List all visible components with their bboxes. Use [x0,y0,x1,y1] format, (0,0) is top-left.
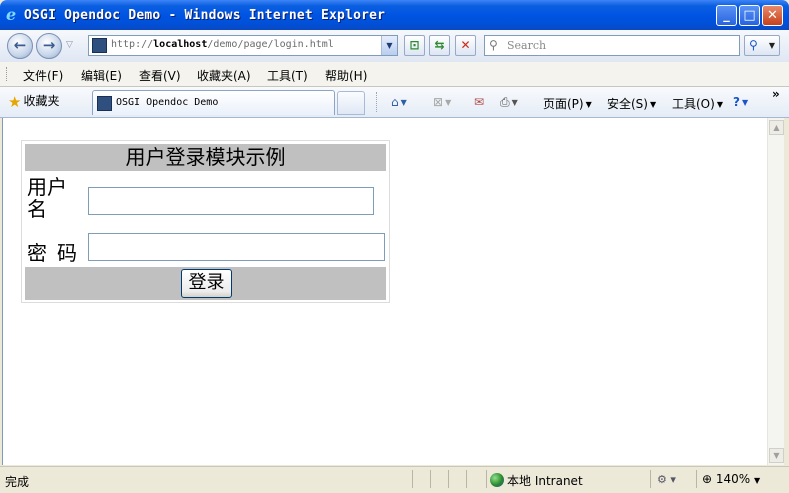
status-divider [466,470,467,488]
home-icon: ⌂ [391,95,399,109]
menu-grip [6,67,9,81]
close-button[interactable]: ✕ [762,5,783,26]
vertical-scrollbar[interactable]: ▲ ▼ [767,118,785,465]
back-arrow-icon: ← [13,36,27,54]
status-divider [448,470,449,488]
favorites-label: 收藏夹 [23,94,60,108]
home-dropdown-icon[interactable]: ▼ [401,98,407,107]
search-button[interactable]: ⚲ ▼ [744,35,780,56]
forward-arrow-icon: → [42,36,56,54]
print-button[interactable]: ⎙ ▼ [500,95,518,110]
address-dropdown-button[interactable]: ▼ [381,36,397,55]
menu-tools[interactable]: 工具(T) [267,67,308,84]
menu-view[interactable]: 查看(V) [139,67,181,84]
favorites-bar: ★ 收藏夹 OSGI Opendoc Demo ⌂ ▼ ⊠ ▼ ✉ ⎙ ▼ 页面(P) ▼… [0,87,789,118]
new-tab-button[interactable] [337,91,365,115]
favorites-star-icon: ★ [8,93,22,111]
print-dropdown-icon[interactable]: ▼ [512,98,518,107]
password-input[interactable] [88,233,385,261]
status-text: 完成 [5,475,30,489]
tools-dropdown-icon: ▼ [716,100,723,109]
zoom-dropdown-icon[interactable]: ▼ [754,476,760,485]
history-dropdown-icon[interactable]: ▽ [66,40,73,50]
page-content: 用户登录模块示例 用户名 密码 登录 [2,118,768,465]
menu-edit[interactable]: 编辑(E) [81,67,122,84]
status-divider [412,470,413,488]
password-label: 密码 [27,241,87,265]
page-favicon-icon [92,38,107,53]
status-divider [650,470,651,488]
tab-title: OSGI Opendoc Demo [116,97,219,108]
page-menu-button[interactable]: 页面(P) ▼ [543,95,592,112]
intranet-globe-icon [490,473,504,487]
search-placeholder: Search [507,39,547,52]
browser-window: e OSGI Opendoc Demo - Windows Internet E… [0,0,789,493]
feeds-dropdown-icon[interactable]: ▼ [445,98,451,107]
close-icon: ✕ [767,8,778,23]
favorites-button[interactable]: ★ 收藏夹 [8,93,59,111]
menu-help[interactable]: 帮助(H) [325,67,367,84]
compatibility-button[interactable]: ⊡ [404,35,425,56]
toolbar-overflow-button[interactable]: » [772,87,780,101]
maximize-icon: □ [743,8,756,23]
safety-menu-button[interactable]: 安全(S) ▼ [607,95,656,112]
username-input[interactable] [88,187,374,215]
help-icon: ? [733,95,740,109]
address-url[interactable]: http://localhost/demo/page/login.html [111,39,334,50]
status-bar: 完成 本地 Intranet ⚙ ▾ ⊕ 140% ▼ [0,466,789,493]
status-divider [486,470,487,488]
tools-menu-button[interactable]: 工具(O) ▼ [672,95,723,112]
status-divider [696,470,697,488]
minimize-button[interactable]: _ [716,5,737,26]
toolbar-separator [376,92,377,112]
tab-osgi-opendoc-demo[interactable]: OSGI Opendoc Demo [92,90,335,115]
forward-button[interactable]: → [36,33,62,59]
feeds-icon: ⊠ [433,95,444,109]
protected-mode-icon[interactable]: ⚙ ▾ [657,473,676,486]
login-button[interactable]: 登录 [181,269,232,298]
compatibility-icon: ⊡ [409,38,420,52]
refresh-icon: ⇆ [434,38,445,52]
search-box[interactable]: ⚲ Search [484,35,740,56]
scroll-up-icon[interactable]: ▲ [769,120,784,135]
home-button[interactable]: ⌂ ▼ [391,95,407,109]
search-go-icon: ⚲ [749,38,758,52]
login-header: 用户登录模块示例 [25,144,386,171]
back-button[interactable]: ← [7,33,33,59]
window-title: OSGI Opendoc Demo - Windows Internet Exp… [24,8,386,23]
minimize-icon: _ [723,8,730,23]
mail-button[interactable]: ✉ [474,95,484,109]
menu-bar: 文件(F) 编辑(E) 查看(V) 收藏夹(A) 工具(T) 帮助(H) [0,62,789,87]
security-zone[interactable]: 本地 Intranet [490,472,583,489]
window-right-border [784,118,789,465]
help-button[interactable]: ? ▼ [733,95,748,109]
help-dropdown-icon[interactable]: ▼ [742,98,748,107]
login-panel: 用户登录模块示例 用户名 密码 登录 [21,140,390,303]
menu-favorites[interactable]: 收藏夹(A) [197,67,251,84]
search-options-dropdown-icon[interactable]: ▼ [769,41,775,50]
page-dropdown-icon: ▼ [585,100,592,109]
scroll-down-icon[interactable]: ▼ [769,448,784,463]
mail-icon: ✉ [474,95,485,109]
menu-file[interactable]: 文件(F) [23,67,63,84]
zoom-control[interactable]: ⊕ 140% ▼ [702,472,760,486]
address-toolbar: ← → ▽ http://localhost/demo/page/login.h… [0,30,789,63]
print-icon: ⎙ [500,95,510,109]
username-label: 用户名 [27,175,67,221]
ie-logo-icon: e [6,5,17,24]
search-icon: ⚲ [489,38,498,52]
title-bar[interactable]: e OSGI Opendoc Demo - Windows Internet E… [0,0,789,30]
stop-icon: ✕ [460,38,471,52]
status-divider [430,470,431,488]
tab-favicon-icon [97,96,112,111]
refresh-button[interactable]: ⇆ [429,35,450,56]
maximize-button[interactable]: □ [739,5,760,26]
safety-dropdown-icon: ▼ [649,100,657,109]
login-footer: 登录 [25,267,386,300]
address-field[interactable]: http://localhost/demo/page/login.html ▼ [88,35,398,56]
stop-button[interactable]: ✕ [455,35,476,56]
feeds-button[interactable]: ⊠ ▼ [433,95,451,109]
